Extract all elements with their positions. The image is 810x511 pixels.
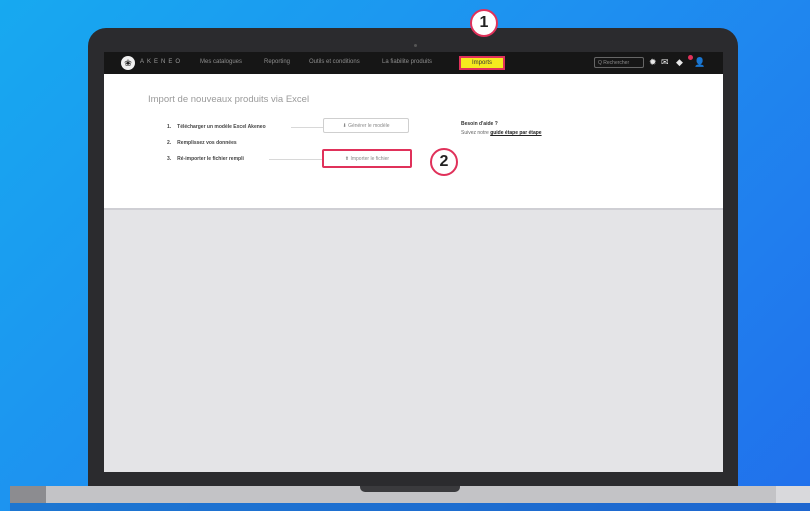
laptop-notch <box>360 486 460 492</box>
nav-item-reporting[interactable]: Reporting <box>264 59 290 65</box>
page-title: Import de nouveaux produits via Excel <box>148 94 310 105</box>
callout-1: 1 <box>470 9 498 37</box>
user-icon[interactable]: 👤 <box>694 57 705 68</box>
help-text: Suivez notre guide étape par étape <box>461 130 542 136</box>
nav-item-fiabilite[interactable]: La fiabilite produits <box>382 59 432 65</box>
brand-name: AKENEO <box>140 59 184 65</box>
search-input[interactable]: Q Rechercher <box>594 57 644 68</box>
laptop-base-left <box>10 486 46 503</box>
notification-icon[interactable]: ◆ <box>676 57 683 68</box>
notification-badge <box>688 55 693 60</box>
logo-icon[interactable]: ❀ <box>121 56 135 70</box>
step-1-connector <box>291 127 323 128</box>
app-screen: ❀ AKENEO Mes catalogues Reporting Outils… <box>104 52 723 472</box>
download-template-button[interactable]: ⬇ Générer le modèle <box>323 118 409 133</box>
chat-icon[interactable]: ✉ <box>661 57 669 68</box>
step-3: 3. Ré-importer le fichier rempli <box>167 156 244 162</box>
callout-2: 2 <box>430 148 458 176</box>
help-title: Besoin d'aide ? <box>461 121 498 127</box>
top-navbar: ❀ AKENEO Mes catalogues Reporting Outils… <box>104 52 723 74</box>
guide-link[interactable]: guide étape par étape <box>490 130 541 136</box>
import-panel: Import de nouveaux produits via Excel 1.… <box>104 74 723 210</box>
nav-item-catalogues[interactable]: Mes catalogues <box>200 59 242 65</box>
nav-item-imports[interactable]: Imports <box>459 56 505 70</box>
settings-icon[interactable]: ✹ <box>649 57 657 68</box>
laptop-base-right <box>776 486 810 503</box>
camera-dot <box>414 44 417 47</box>
laptop-shadow <box>10 503 810 511</box>
step-3-connector <box>269 159 323 160</box>
step-1: 1. Télécharger un modèle Excel Akeneo <box>167 124 266 130</box>
step-2: 2. Remplissez vos données <box>167 140 237 146</box>
nav-item-outils[interactable]: Outils et conditions <box>309 59 360 65</box>
import-file-button[interactable]: ⬆ Importer le fichier <box>322 149 412 168</box>
